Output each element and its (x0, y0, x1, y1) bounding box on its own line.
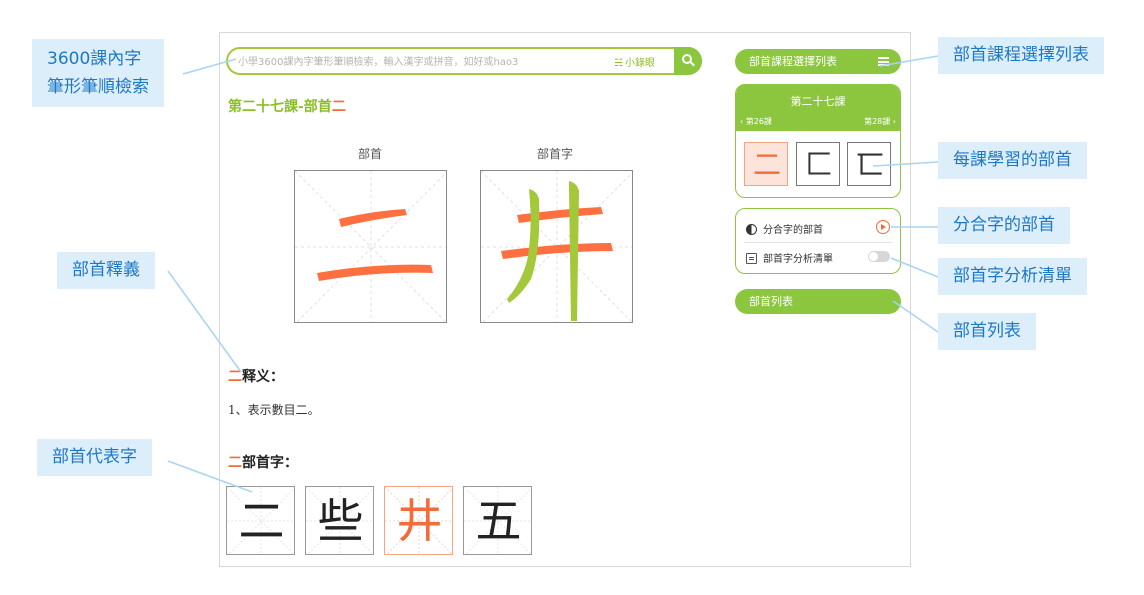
callout-course-list: 部首課程選擇列表 (938, 37, 1104, 74)
callout-leader-lines (167, 55, 939, 493)
callout-meaning: 部首釋義 (57, 252, 155, 289)
callout-analysis: 部首字分析清單 (938, 258, 1087, 295)
callout-radical-list: 部首列表 (938, 313, 1036, 350)
callout-split: 分合字的部首 (938, 207, 1070, 244)
callout-search: 3600課內字 筆形筆順檢索 (32, 39, 164, 107)
callout-lesson-radicals: 每課學習的部首 (938, 142, 1087, 179)
callout-examples: 部首代表字 (37, 439, 152, 476)
